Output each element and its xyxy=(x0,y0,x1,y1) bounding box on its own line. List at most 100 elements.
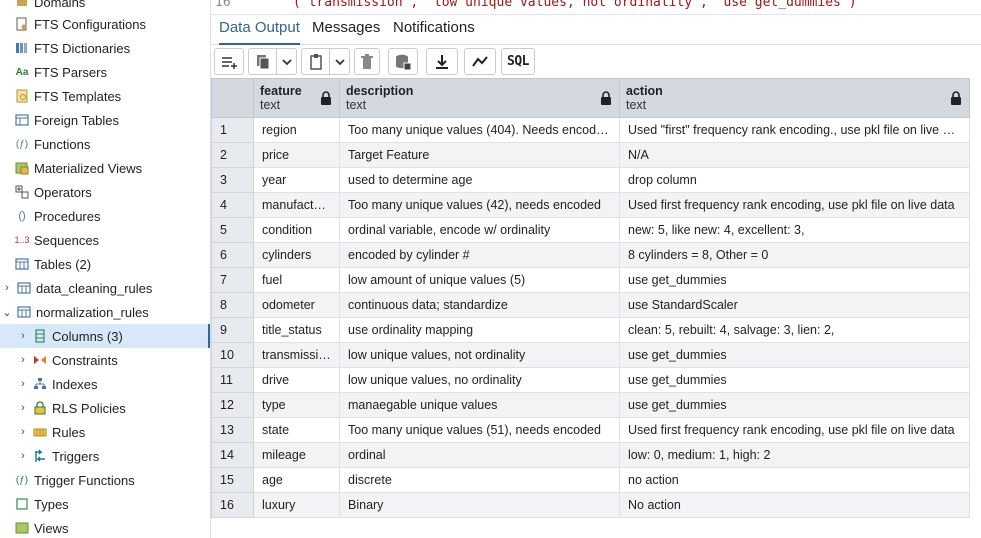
chevron-right-icon[interactable]: › xyxy=(16,450,30,462)
table-row[interactable]: 14 mileage ordinal low: 0, medium: 1, high:… xyxy=(211,442,970,468)
feature-cell[interactable]: age xyxy=(253,467,340,493)
tree-item-views[interactable]: Views xyxy=(0,516,210,538)
add-row-button[interactable] xyxy=(214,48,244,75)
description-cell[interactable]: encoded by cylinder # xyxy=(339,242,620,268)
action-cell[interactable]: use StandardScaler xyxy=(619,292,970,318)
tree-item-operators[interactable]: Operators xyxy=(0,180,210,204)
feature-cell[interactable]: drive xyxy=(253,367,340,393)
feature-cell[interactable]: type xyxy=(253,392,340,418)
table-row[interactable]: 4 manufactu… Too many unique values (42), … xyxy=(211,192,970,218)
feature-cell[interactable]: luxury xyxy=(253,492,340,518)
table-row[interactable]: 3 year used to determine age drop column xyxy=(211,167,970,193)
description-cell[interactable]: discrete xyxy=(339,467,620,493)
save-data-button[interactable] xyxy=(388,48,418,75)
row-number-cell[interactable]: 3 xyxy=(211,167,254,193)
tree-item-tables[interactable]: Tables (2) xyxy=(0,252,210,276)
tab-data-output[interactable]: Data Output xyxy=(219,19,300,45)
description-cell[interactable]: low amount of unique values (5) xyxy=(339,267,620,293)
table-row[interactable]: 15 age discrete no action xyxy=(211,467,970,493)
tree-item-fts-templates[interactable]: FTS Templates xyxy=(0,84,210,108)
tree-item-constraints[interactable]: › Constraints xyxy=(0,348,210,372)
chevron-right-icon[interactable]: › xyxy=(16,426,30,438)
action-cell[interactable]: 8 cylinders = 8, Other = 0 xyxy=(619,242,970,268)
row-number-cell[interactable]: 10 xyxy=(211,342,254,368)
copy-button[interactable] xyxy=(248,48,276,75)
tree-item-types[interactable]: Types xyxy=(0,492,210,516)
row-number-cell[interactable]: 11 xyxy=(211,367,254,393)
tree-item-data-cleaning-rules[interactable]: › data_cleaning_rules xyxy=(0,276,210,300)
action-cell[interactable]: low: 0, medium: 1, high: 2 xyxy=(619,442,970,468)
feature-cell[interactable]: cylinders xyxy=(253,242,340,268)
feature-cell[interactable]: title_status xyxy=(253,317,340,343)
table-row[interactable]: 7 fuel low amount of unique values (5) use … xyxy=(211,267,970,293)
table-row[interactable]: 6 cylinders encoded by cylinder #8 cylinde… xyxy=(211,242,970,268)
chevron-right-icon[interactable]: › xyxy=(16,378,30,390)
table-row[interactable]: 2 price Target Feature N/A xyxy=(211,142,970,168)
table-row[interactable]: 11 drive low unique values, no ordinality u… xyxy=(211,367,970,393)
description-cell[interactable]: Target Feature xyxy=(339,142,620,168)
action-cell[interactable]: new: 5, like new: 4, excellent: 3, xyxy=(619,217,970,243)
table-row[interactable]: 1 region Too many unique values (404). Nee… xyxy=(211,117,970,143)
chevron-right-icon[interactable]: › xyxy=(16,354,30,366)
tree-item-normalization-rules[interactable]: ⌄ normalization_rules xyxy=(0,300,210,324)
row-number-cell[interactable]: 7 xyxy=(211,267,254,293)
action-cell[interactable]: Used "first" frequency rank encoding., u… xyxy=(619,117,970,143)
row-number-cell[interactable]: 13 xyxy=(211,417,254,443)
action-cell[interactable]: No action xyxy=(619,492,970,518)
description-cell[interactable]: Too many unique values (42), needs encod… xyxy=(339,192,620,218)
row-number-cell[interactable]: 8 xyxy=(211,292,254,318)
sql-button[interactable]: SQL xyxy=(501,48,535,75)
delete-row-button[interactable] xyxy=(354,48,380,75)
action-cell[interactable]: Used first frequency rank encoding, use … xyxy=(619,192,970,218)
action-cell[interactable]: use get_dummies xyxy=(619,267,970,293)
action-cell[interactable]: clean: 5, rebuilt: 4, salvage: 3, lien: … xyxy=(619,317,970,343)
action-cell[interactable]: use get_dummies xyxy=(619,367,970,393)
column-header-feature[interactable]: feature text xyxy=(253,78,340,118)
feature-cell[interactable]: fuel xyxy=(253,267,340,293)
feature-cell[interactable]: state xyxy=(253,417,340,443)
table-row[interactable]: 10 transmission low unique values, not ord… xyxy=(211,342,970,368)
feature-cell[interactable]: price xyxy=(253,142,340,168)
tree-item-trigger-functions[interactable]: (ƒ) Trigger Functions xyxy=(0,468,210,492)
paste-options-dropdown[interactable] xyxy=(329,48,350,75)
description-cell[interactable]: manaegable unique values xyxy=(339,392,620,418)
row-number-cell[interactable]: 5 xyxy=(211,217,254,243)
description-cell[interactable]: Too many unique values (51), needs encod… xyxy=(339,417,620,443)
description-cell[interactable]: Binary xyxy=(339,492,620,518)
row-number-cell[interactable]: 12 xyxy=(211,392,254,418)
tree-item-rules[interactable]: › Rules xyxy=(0,420,210,444)
action-cell[interactable]: Used first frequency rank encoding, use … xyxy=(619,417,970,443)
download-button[interactable] xyxy=(426,48,458,75)
chevron-right-icon[interactable]: › xyxy=(0,282,14,294)
feature-cell[interactable]: mileage xyxy=(253,442,340,468)
tree-item-rls-policies[interactable]: › RLS Policies xyxy=(0,396,210,420)
description-cell[interactable]: ordinal variable, encode w/ ordinality xyxy=(339,217,620,243)
tree-item-materialized-views[interactable]: Materialized Views xyxy=(0,156,210,180)
paste-button[interactable] xyxy=(301,48,329,75)
description-cell[interactable]: low unique values, no ordinality xyxy=(339,367,620,393)
description-cell[interactable]: use ordinality mapping xyxy=(339,317,620,343)
tree-item-triggers[interactable]: › Triggers xyxy=(0,444,210,468)
feature-cell[interactable]: manufactu… xyxy=(253,192,340,218)
action-cell[interactable]: no action xyxy=(619,467,970,493)
row-number-cell[interactable]: 1 xyxy=(211,117,254,143)
action-cell[interactable]: use get_dummies xyxy=(619,342,970,368)
row-number-cell[interactable]: 6 xyxy=(211,242,254,268)
row-number-cell[interactable]: 4 xyxy=(211,192,254,218)
table-row[interactable]: 12 type manaegable unique values use get_du… xyxy=(211,392,970,418)
description-cell[interactable]: ordinal xyxy=(339,442,620,468)
row-number-cell[interactable]: 14 xyxy=(211,442,254,468)
tree-item-sequences[interactable]: 1..3 Sequences xyxy=(0,228,210,252)
chevron-right-icon[interactable]: › xyxy=(16,402,30,414)
tree-item-foreign-tables[interactable]: Foreign Tables xyxy=(0,108,210,132)
feature-cell[interactable]: year xyxy=(253,167,340,193)
sql-editor-fragment[interactable]: 16 ('transmission', 'low unique values, … xyxy=(211,0,981,15)
column-header-description[interactable]: description text xyxy=(339,78,620,118)
description-cell[interactable]: Too many unique values (404). Needs enco… xyxy=(339,117,620,143)
tab-notifications[interactable]: Notifications xyxy=(393,19,475,43)
tree-item-procedures[interactable]: () Procedures xyxy=(0,204,210,228)
description-cell[interactable]: low unique values, not ordinality xyxy=(339,342,620,368)
feature-cell[interactable]: odometer xyxy=(253,292,340,318)
action-cell[interactable]: N/A xyxy=(619,142,970,168)
action-cell[interactable]: use get_dummies xyxy=(619,392,970,418)
